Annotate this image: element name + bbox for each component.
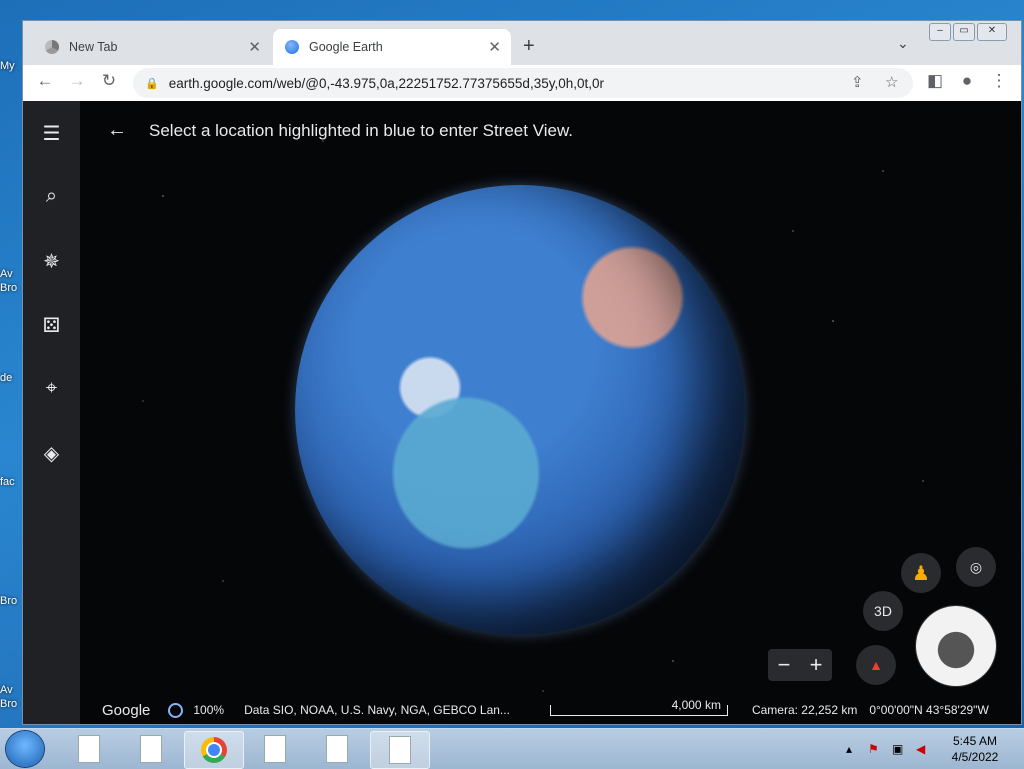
new-tab-button[interactable]: + (523, 35, 535, 58)
taskbar-item[interactable] (122, 731, 180, 767)
taskbar: ▴ ⚑ ▣ ◀ 5:45 AM 4/5/2022 (0, 728, 1024, 769)
profile-icon[interactable]: ● (955, 71, 979, 91)
volume-icon[interactable]: ◀ (916, 729, 925, 769)
tab-label: New Tab (69, 40, 118, 54)
back-arrow-icon[interactable]: ← (107, 119, 127, 142)
desktop-icon-label[interactable]: Av (0, 268, 13, 280)
system-clock[interactable]: 5:45 AM 4/5/2022 (940, 733, 1010, 765)
my-location-icon[interactable]: ◎ (956, 547, 996, 587)
forward-icon[interactable]: → (65, 71, 89, 91)
desktop-icon-label[interactable]: Bro (0, 282, 17, 294)
earth-footer: Google 100% Data SIO, NOAA, U.S. Navy, N… (80, 696, 1021, 724)
tab-new-tab[interactable]: New Tab ✕ (31, 29, 271, 65)
back-icon[interactable]: ← (33, 71, 57, 91)
google-logo: Google (102, 701, 151, 719)
scale-bar[interactable]: 4,000 km (549, 698, 728, 716)
browser-toolbar: ← → ↻ 🔒 earth.google.com/web/@0,-43.975,… (23, 65, 1021, 101)
action-center-icon[interactable]: ⚑ (868, 729, 879, 769)
document-icon (326, 735, 348, 763)
coordinates: 0°00'00"N 43°58'29"W (869, 703, 989, 717)
tab-strip: New Tab ✕ Google Earth ✕ + ⌄ – ▭ ✕ (23, 21, 1021, 65)
earth-sidebar: ☰ ⌕ ✵ ⚄ ⌖ ◈ (23, 101, 80, 724)
browser-window: New Tab ✕ Google Earth ✕ + ⌄ – ▭ ✕ ← → ↻… (22, 20, 1022, 725)
pegman-icon[interactable]: ♟ (901, 553, 941, 593)
taskbar-item[interactable] (370, 731, 430, 769)
desktop-icon-label[interactable]: Bro (0, 595, 17, 607)
url-text: earth.google.com/web/@0,-43.975,0a,22251… (168, 75, 604, 91)
voyager-icon[interactable]: ✵ (23, 249, 80, 274)
menu-icon[interactable]: ☰ (23, 121, 80, 146)
projects-icon[interactable]: ⌖ (23, 377, 80, 400)
toggle-3d-button[interactable]: 3D (863, 591, 903, 631)
clock-date: 4/5/2022 (951, 750, 999, 764)
bookmark-star-icon[interactable]: ☆ (885, 68, 898, 98)
mini-globe-icon[interactable] (916, 606, 996, 686)
tab-search-icon[interactable]: ⌄ (897, 35, 909, 52)
map-style-icon[interactable]: ◈ (23, 441, 80, 466)
zoom-out-button[interactable]: − (778, 652, 791, 678)
google-earth-icon (285, 40, 299, 54)
minimize-button[interactable]: – (929, 23, 951, 41)
loading-percent: 100% (193, 703, 225, 717)
show-hidden-icons[interactable]: ▴ (846, 729, 852, 769)
share-icon[interactable]: ⇪ (851, 68, 864, 98)
side-panel-icon[interactable]: ◧ (923, 71, 947, 91)
start-button[interactable] (6, 731, 44, 767)
more-menu-icon[interactable]: ⋮ (987, 71, 1011, 91)
banner-text: Select a location highlighted in blue to… (149, 120, 574, 140)
earth-globe[interactable] (295, 185, 745, 635)
taskbar-chrome[interactable] (184, 731, 244, 769)
taskbar-item[interactable] (246, 731, 304, 767)
feeling-lucky-icon[interactable]: ⚄ (23, 313, 80, 338)
zoom-in-button[interactable]: + (810, 652, 823, 678)
search-icon[interactable]: ⌕ (23, 185, 80, 208)
document-icon (389, 736, 411, 764)
address-bar[interactable]: 🔒 earth.google.com/web/@0,-43.975,0a,222… (133, 68, 913, 98)
desktop-icon-label[interactable]: de (0, 372, 12, 384)
desktop-icon-label[interactable]: fac (0, 476, 15, 488)
desktop-icon-label[interactable]: My (0, 60, 15, 72)
scale-label: 4,000 km (671, 697, 721, 712)
maximize-button[interactable]: ▭ (953, 23, 975, 41)
clock-time: 5:45 AM (952, 734, 998, 748)
document-icon (78, 735, 100, 763)
desktop-icon-label[interactable]: Bro (0, 698, 17, 710)
tab-google-earth[interactable]: Google Earth ✕ (273, 29, 511, 65)
earth-viewport[interactable]: ☰ ⌕ ✵ ⚄ ⌖ ◈ ← Select a location highligh… (23, 101, 1021, 724)
compass-icon[interactable]: ▲ (856, 645, 896, 685)
taskbar-item[interactable] (60, 731, 118, 767)
reload-icon[interactable]: ↻ (97, 71, 121, 91)
taskbar-item[interactable] (308, 731, 366, 767)
chrome-icon (201, 737, 227, 763)
close-tab-icon[interactable]: ✕ (248, 38, 261, 56)
tab-label: Google Earth (309, 40, 383, 54)
chrome-icon (45, 40, 59, 54)
loading-ring-icon (168, 702, 184, 718)
street-view-banner: ← Select a location highlighted in blue … (107, 119, 573, 142)
document-icon (264, 735, 286, 763)
lock-icon[interactable]: 🔒 (145, 77, 159, 90)
close-tab-icon[interactable]: ✕ (488, 38, 501, 56)
data-attribution[interactable]: Data SIO, NOAA, U.S. Navy, NGA, GEBCO La… (244, 703, 510, 717)
camera-altitude: Camera: 22,252 km (751, 703, 858, 717)
close-window-button[interactable]: ✕ (977, 23, 1007, 41)
network-icon[interactable]: ▣ (892, 729, 903, 769)
desktop-icon-label[interactable]: Av (0, 684, 13, 696)
document-icon (140, 735, 162, 763)
zoom-controls: − + (768, 649, 832, 681)
